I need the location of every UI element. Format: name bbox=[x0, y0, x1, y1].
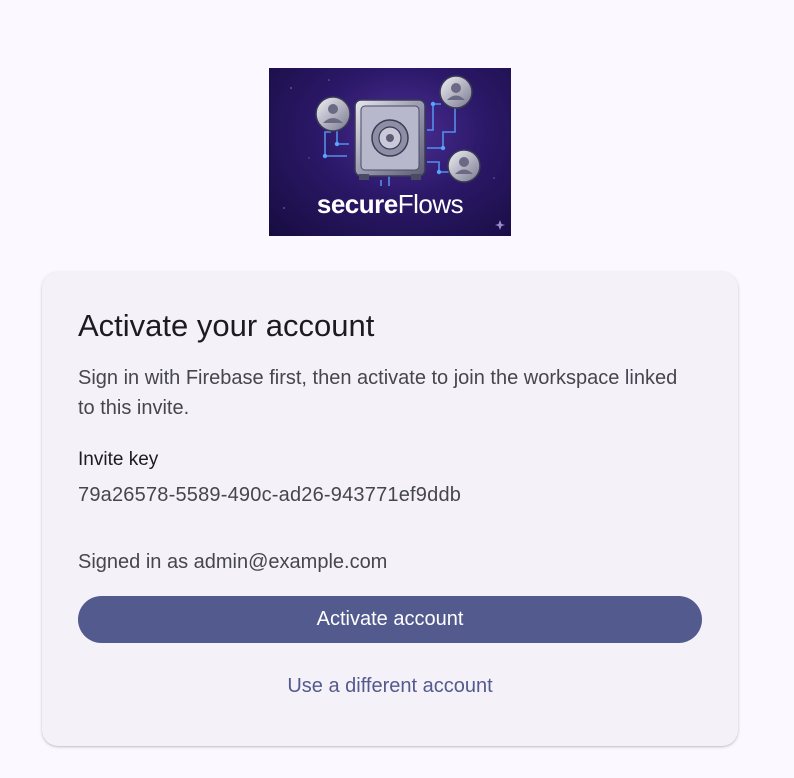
logo-wordmark: secureFlows bbox=[269, 189, 511, 220]
description-text: Sign in with Firebase first, then activa… bbox=[78, 367, 678, 419]
page-title: Activate your account bbox=[78, 308, 375, 343]
logo-text-light: Flows bbox=[397, 189, 464, 219]
logo-text-bold: secure bbox=[316, 189, 398, 219]
use-different-account-button[interactable]: Use a different account bbox=[78, 664, 702, 708]
activate-account-button[interactable]: Activate account bbox=[78, 596, 702, 643]
signed-in-status: Signed in as admin@example.com bbox=[78, 551, 388, 573]
secureflows-logo: secureFlows bbox=[269, 68, 511, 236]
invite-key-label: Invite key bbox=[78, 449, 159, 470]
invite-key-value: 79a26578-5589-490c-ad26-943771ef9ddb bbox=[78, 484, 462, 506]
activation-card: Activate your account Sign in with Fireb… bbox=[42, 272, 738, 746]
